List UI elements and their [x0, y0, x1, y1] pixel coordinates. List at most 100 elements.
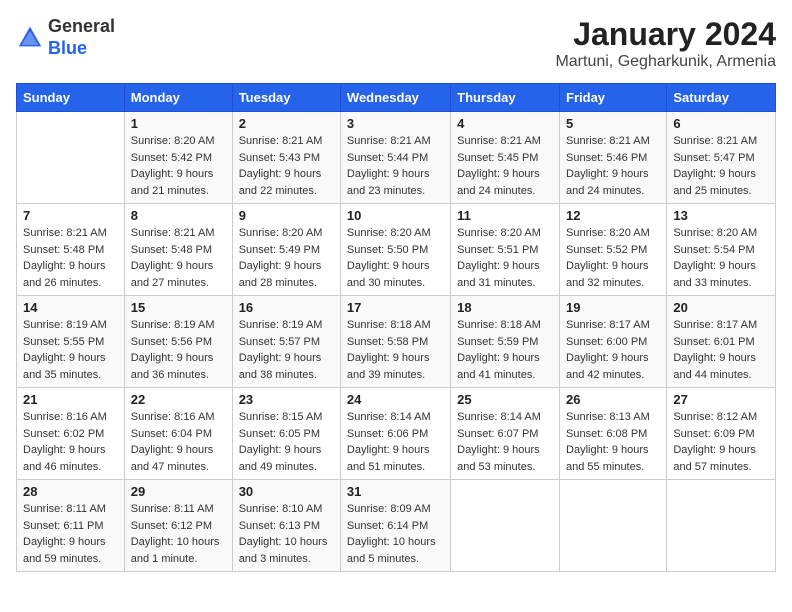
logo-blue: Blue: [48, 38, 87, 58]
day-number: 18: [457, 300, 553, 315]
day-number: 9: [239, 208, 334, 223]
month-title: January 2024: [555, 16, 776, 53]
day-number: 16: [239, 300, 334, 315]
logo: General Blue: [16, 16, 115, 59]
header-cell-friday: Friday: [560, 84, 667, 112]
calendar-cell: 16 Sunrise: 8:19 AMSunset: 5:57 PMDayligh…: [232, 296, 340, 388]
day-info: Sunrise: 8:19 AMSunset: 5:56 PMDaylight:…: [131, 317, 226, 383]
calendar-cell: [451, 480, 560, 572]
calendar-week-row: 1Sunrise: 8:20 AMSunset: 5:42 PMDaylight…: [17, 112, 776, 204]
day-info: Sunrise: 8:12 AMSunset: 6:09 PMDaylight:…: [673, 409, 769, 475]
calendar-cell: 20 Sunrise: 8:17 AMSunset: 6:01 PMDayligh…: [667, 296, 776, 388]
calendar-cell: 17Sunrise: 8:18 AMSunset: 5:58 PMDayligh…: [340, 296, 450, 388]
header-cell-sunday: Sunday: [17, 84, 125, 112]
day-info: Sunrise: 8:19 AMSunset: 5:57 PMDaylight:…: [239, 317, 334, 383]
calendar-cell: 7Sunrise: 8:21 AMSunset: 5:48 PMDaylight…: [17, 204, 125, 296]
calendar-cell: 11Sunrise: 8:20 AMSunset: 5:51 PMDayligh…: [451, 204, 560, 296]
logo-icon: [16, 24, 44, 52]
day-number: 15: [131, 300, 226, 315]
day-number: 8: [131, 208, 226, 223]
day-number: 17: [347, 300, 444, 315]
day-number: 20: [673, 300, 769, 315]
calendar-cell: 3 Sunrise: 8:21 AMSunset: 5:44 PMDaylight…: [340, 112, 450, 204]
calendar-cell: 12 Sunrise: 8:20 AMSunset: 5:52 PMDayligh…: [560, 204, 667, 296]
day-info: Sunrise: 8:14 AMSunset: 6:07 PMDaylight:…: [457, 409, 553, 475]
calendar-cell: 4 Sunrise: 8:21 AMSunset: 5:45 PMDaylight…: [451, 112, 560, 204]
day-number: 31: [347, 484, 444, 499]
day-info: Sunrise: 8:17 AMSunset: 6:01 PMDaylight:…: [673, 317, 769, 383]
calendar-week-row: 14 Sunrise: 8:19 AMSunset: 5:55 PMDayligh…: [17, 296, 776, 388]
title-block: January 2024 Martuni, Gegharkunik, Armen…: [555, 16, 776, 71]
day-info: Sunrise: 8:18 AMSunset: 5:59 PMDaylight:…: [457, 317, 553, 383]
day-number: 23: [239, 392, 334, 407]
day-info: Sunrise: 8:20 AMSunset: 5:42 PMDaylight:…: [131, 133, 226, 199]
day-info: Sunrise: 8:09 AMSunset: 6:14 PMDaylight:…: [347, 501, 444, 567]
calendar-cell: 22 Sunrise: 8:16 AMSunset: 6:04 PMDayligh…: [124, 388, 232, 480]
day-number: 25: [457, 392, 553, 407]
day-info: Sunrise: 8:21 AMSunset: 5:48 PMDaylight:…: [23, 225, 118, 291]
calendar-cell: 5 Sunrise: 8:21 AMSunset: 5:46 PMDaylight…: [560, 112, 667, 204]
calendar-cell: 18 Sunrise: 8:18 AMSunset: 5:59 PMDayligh…: [451, 296, 560, 388]
day-number: 6: [673, 116, 769, 131]
day-number: 13: [673, 208, 769, 223]
calendar-cell: 13Sunrise: 8:20 AMSunset: 5:54 PMDayligh…: [667, 204, 776, 296]
header-cell-saturday: Saturday: [667, 84, 776, 112]
day-info: Sunrise: 8:20 AMSunset: 5:52 PMDaylight:…: [566, 225, 660, 291]
day-number: 19: [566, 300, 660, 315]
day-number: 12: [566, 208, 660, 223]
page-header: General Blue January 2024 Martuni, Gegha…: [16, 16, 776, 71]
day-number: 26: [566, 392, 660, 407]
calendar-cell: [667, 480, 776, 572]
day-number: 28: [23, 484, 118, 499]
day-info: Sunrise: 8:11 AMSunset: 6:11 PMDaylight:…: [23, 501, 118, 567]
calendar-cell: 30Sunrise: 8:10 AMSunset: 6:13 PMDayligh…: [232, 480, 340, 572]
day-info: Sunrise: 8:16 AMSunset: 6:04 PMDaylight:…: [131, 409, 226, 475]
day-number: 24: [347, 392, 444, 407]
logo-general: General: [48, 16, 115, 36]
calendar-cell: 8Sunrise: 8:21 AMSunset: 5:48 PMDaylight…: [124, 204, 232, 296]
calendar-cell: 6 Sunrise: 8:21 AMSunset: 5:47 PMDaylight…: [667, 112, 776, 204]
calendar-header-row: SundayMondayTuesdayWednesdayThursdayFrid…: [17, 84, 776, 112]
calendar-cell: 31 Sunrise: 8:09 AMSunset: 6:14 PMDayligh…: [340, 480, 450, 572]
day-info: Sunrise: 8:21 AMSunset: 5:47 PMDaylight:…: [673, 133, 769, 199]
day-number: 30: [239, 484, 334, 499]
calendar-cell: 27Sunrise: 8:12 AMSunset: 6:09 PMDayligh…: [667, 388, 776, 480]
calendar-cell: 15 Sunrise: 8:19 AMSunset: 5:56 PMDayligh…: [124, 296, 232, 388]
day-info: Sunrise: 8:11 AMSunset: 6:12 PMDaylight:…: [131, 501, 226, 567]
calendar-table: SundayMondayTuesdayWednesdayThursdayFrid…: [16, 83, 776, 572]
day-info: Sunrise: 8:15 AMSunset: 6:05 PMDaylight:…: [239, 409, 334, 475]
day-info: Sunrise: 8:21 AMSunset: 5:44 PMDaylight:…: [347, 133, 444, 199]
calendar-cell: 10 Sunrise: 8:20 AMSunset: 5:50 PMDayligh…: [340, 204, 450, 296]
day-number: 10: [347, 208, 444, 223]
calendar-cell: 28 Sunrise: 8:11 AMSunset: 6:11 PMDayligh…: [17, 480, 125, 572]
day-info: Sunrise: 8:21 AMSunset: 5:46 PMDaylight:…: [566, 133, 660, 199]
day-info: Sunrise: 8:20 AMSunset: 5:50 PMDaylight:…: [347, 225, 444, 291]
calendar-cell: [560, 480, 667, 572]
day-number: 5: [566, 116, 660, 131]
calendar-body: 1Sunrise: 8:20 AMSunset: 5:42 PMDaylight…: [17, 112, 776, 572]
calendar-cell: 14 Sunrise: 8:19 AMSunset: 5:55 PMDayligh…: [17, 296, 125, 388]
calendar-week-row: 28 Sunrise: 8:11 AMSunset: 6:11 PMDayligh…: [17, 480, 776, 572]
day-info: Sunrise: 8:20 AMSunset: 5:51 PMDaylight:…: [457, 225, 553, 291]
day-number: 3: [347, 116, 444, 131]
day-info: Sunrise: 8:14 AMSunset: 6:06 PMDaylight:…: [347, 409, 444, 475]
calendar-cell: 19 Sunrise: 8:17 AMSunset: 6:00 PMDayligh…: [560, 296, 667, 388]
calendar-week-row: 7Sunrise: 8:21 AMSunset: 5:48 PMDaylight…: [17, 204, 776, 296]
day-number: 14: [23, 300, 118, 315]
calendar-cell: 21 Sunrise: 8:16 AMSunset: 6:02 PMDayligh…: [17, 388, 125, 480]
calendar-cell: 2Sunrise: 8:21 AMSunset: 5:43 PMDaylight…: [232, 112, 340, 204]
day-info: Sunrise: 8:19 AMSunset: 5:55 PMDaylight:…: [23, 317, 118, 383]
calendar-cell: 24 Sunrise: 8:14 AMSunset: 6:06 PMDayligh…: [340, 388, 450, 480]
day-number: 4: [457, 116, 553, 131]
day-number: 21: [23, 392, 118, 407]
day-info: Sunrise: 8:13 AMSunset: 6:08 PMDaylight:…: [566, 409, 660, 475]
header-cell-wednesday: Wednesday: [340, 84, 450, 112]
day-number: 22: [131, 392, 226, 407]
header-cell-tuesday: Tuesday: [232, 84, 340, 112]
calendar-cell: 1Sunrise: 8:20 AMSunset: 5:42 PMDaylight…: [124, 112, 232, 204]
calendar-cell: 9Sunrise: 8:20 AMSunset: 5:49 PMDaylight…: [232, 204, 340, 296]
calendar-cell: 25 Sunrise: 8:14 AMSunset: 6:07 PMDayligh…: [451, 388, 560, 480]
day-info: Sunrise: 8:17 AMSunset: 6:00 PMDaylight:…: [566, 317, 660, 383]
day-info: Sunrise: 8:16 AMSunset: 6:02 PMDaylight:…: [23, 409, 118, 475]
day-info: Sunrise: 8:21 AMSunset: 5:45 PMDaylight:…: [457, 133, 553, 199]
